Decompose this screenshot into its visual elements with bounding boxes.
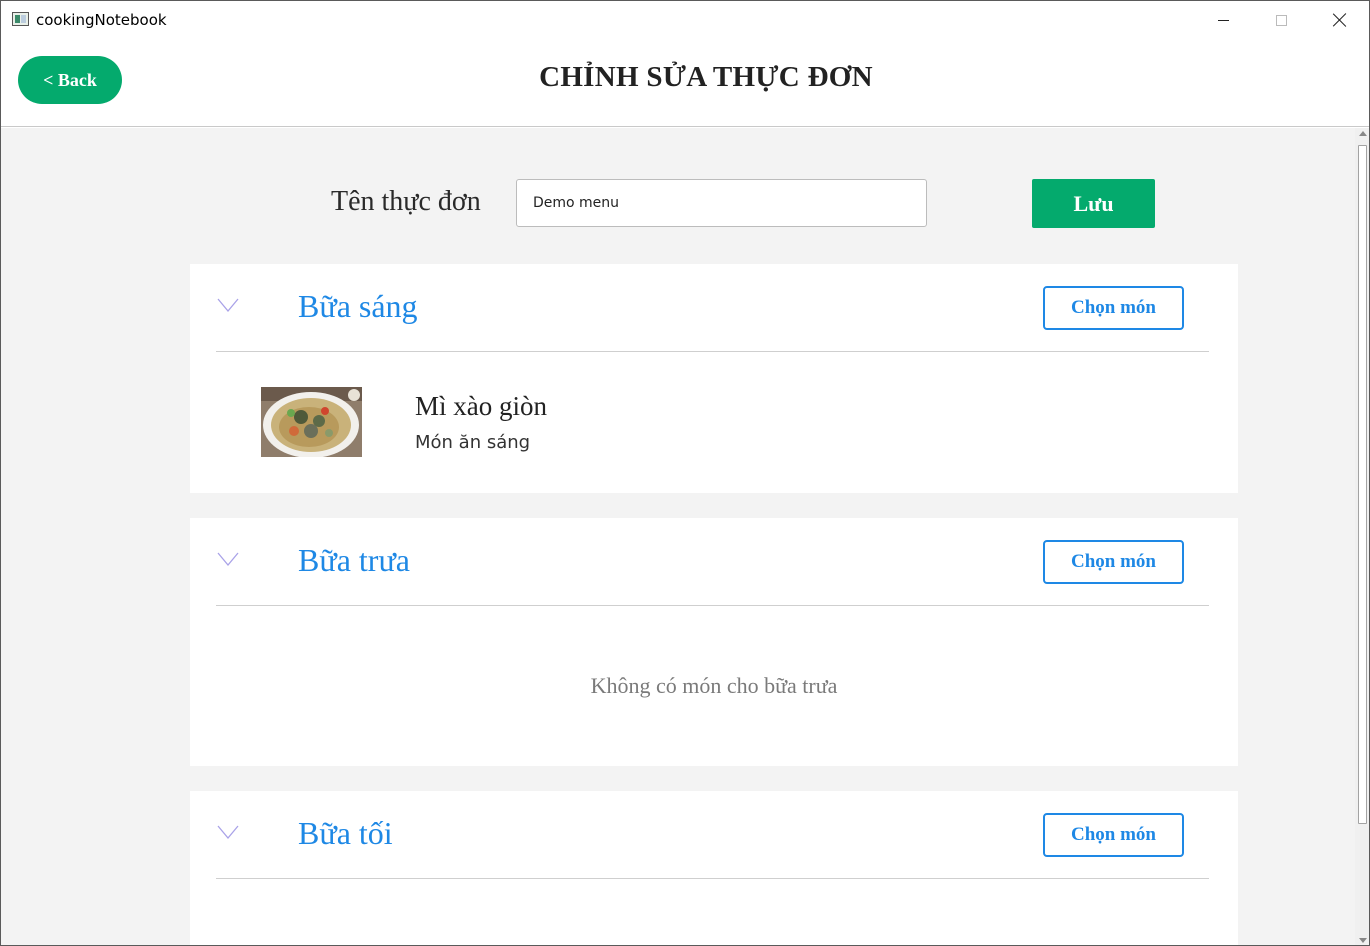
- meal-title: Bữa tối: [298, 815, 393, 851]
- meal-section-dinner: Bữa tối Chọn món: [190, 791, 1238, 945]
- close-icon: [1333, 13, 1347, 27]
- content-area: Tên thực đơn Lưu Bữa sáng Chọn món: [1, 128, 1355, 945]
- chevron-down-icon[interactable]: [217, 825, 239, 839]
- save-button[interactable]: Lưu: [1032, 179, 1155, 228]
- scrollbar-thumb[interactable]: [1358, 145, 1367, 824]
- minimize-button[interactable]: [1194, 1, 1252, 39]
- maximize-icon: [1275, 14, 1287, 26]
- meal-section-lunch: Bữa trưa Chọn món Không có món cho bữa t…: [190, 518, 1238, 766]
- menu-name-label: Tên thực đơn: [331, 186, 481, 217]
- window-title: cookingNotebook: [36, 11, 167, 29]
- dish-name: Mì xào giòn: [415, 391, 547, 421]
- dish-category: Món ăn sáng: [415, 432, 531, 453]
- choose-dish-button[interactable]: Chọn món: [1043, 286, 1184, 330]
- dish-image: [261, 387, 362, 457]
- chevron-down-icon[interactable]: [217, 298, 239, 312]
- scroll-down-arrow-icon[interactable]: [1359, 938, 1367, 943]
- title-bar: cookingNotebook: [1, 1, 1369, 39]
- maximize-button[interactable]: [1252, 1, 1310, 39]
- divider: [216, 605, 1209, 606]
- meal-section-breakfast: Bữa sáng Chọn món Mì xào giòn Món ăn sán…: [190, 264, 1238, 493]
- scroll-up-arrow-icon[interactable]: [1359, 131, 1367, 136]
- chevron-down-icon[interactable]: [217, 552, 239, 566]
- app-window: cookingNotebook < Back CHỈNH SỬA THỰC ĐƠ…: [0, 0, 1370, 946]
- choose-dish-button[interactable]: Chọn món: [1043, 540, 1184, 584]
- vertical-scrollbar[interactable]: [1355, 128, 1369, 945]
- meal-title: Bữa sáng: [298, 288, 418, 324]
- divider: [216, 878, 1209, 879]
- page-title: CHỈNH SỬA THỰC ĐƠN: [539, 61, 873, 93]
- divider: [216, 351, 1209, 352]
- close-button[interactable]: [1311, 1, 1369, 39]
- choose-dish-button[interactable]: Chọn món: [1043, 813, 1184, 857]
- menu-name-input[interactable]: [516, 179, 927, 227]
- empty-state-message: Không có món cho bữa trưa: [590, 673, 838, 698]
- app-icon: [12, 12, 29, 26]
- dish-item[interactable]: Mì xào giòn Món ăn sáng: [261, 387, 961, 457]
- minimize-icon: [1217, 19, 1229, 21]
- meal-title: Bữa trưa: [298, 542, 410, 578]
- page-header: < Back CHỈNH SỬA THỰC ĐƠN: [1, 39, 1369, 127]
